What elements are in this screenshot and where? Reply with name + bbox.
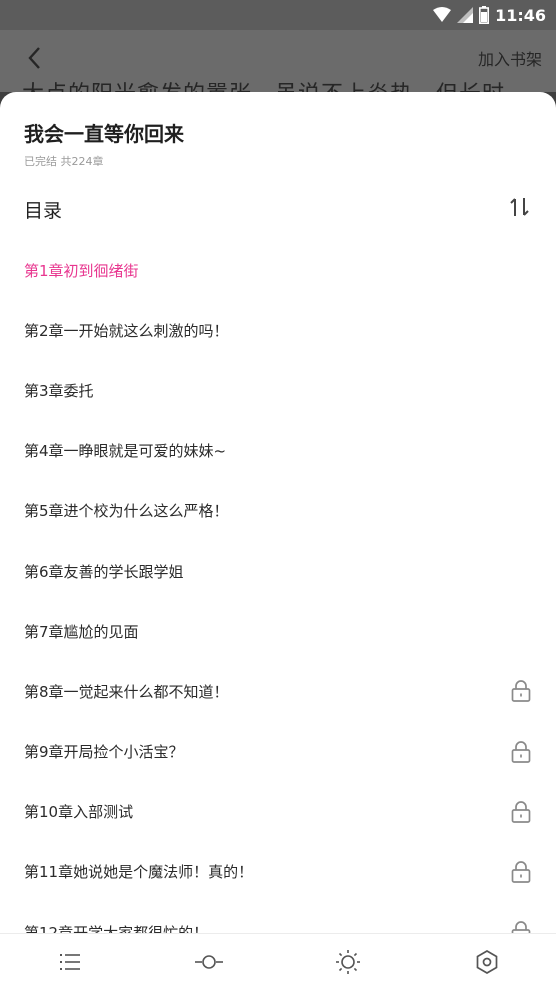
settings-button[interactable] xyxy=(457,942,517,982)
brightness-icon xyxy=(335,949,360,974)
reader-bottom-bar xyxy=(0,933,556,989)
brightness-button[interactable] xyxy=(318,942,378,982)
lock-icon xyxy=(511,801,531,823)
battery-icon xyxy=(479,6,490,24)
chapter-item[interactable]: 第2章一开始就这么刺激的吗！ xyxy=(0,300,556,360)
chapter-item[interactable]: 第10章入部测试 xyxy=(0,782,556,842)
status-bar: 11:46 xyxy=(0,0,556,30)
lock-icon xyxy=(511,921,531,934)
signal-icon xyxy=(457,7,474,23)
chapter-title: 第2章一开始就这么刺激的吗！ xyxy=(24,321,229,340)
chapter-title: 第7章尴尬的见面 xyxy=(24,622,139,641)
chapter-item[interactable]: 第4章一睁眼就是可爱的妹妹~ xyxy=(0,421,556,481)
chapter-item[interactable]: 第7章尴尬的见面 xyxy=(0,601,556,661)
chapter-item[interactable]: 第6章友善的学长跟学姐 xyxy=(0,541,556,601)
progress-button[interactable] xyxy=(179,942,239,982)
settings-icon xyxy=(476,949,497,974)
chapter-item[interactable]: 第5章进个校为什么这么严格！ xyxy=(0,481,556,541)
chapter-title: 第8章一觉起来什么都不知道！ xyxy=(24,682,229,701)
toc-header: 目录 xyxy=(24,200,63,222)
chapter-title: 第4章一睁眼就是可爱的妹妹~ xyxy=(24,442,227,461)
chapter-item[interactable]: 第3章委托 xyxy=(0,360,556,420)
lock-icon xyxy=(511,861,531,883)
chapter-title: 第10章入部测试 xyxy=(24,803,134,822)
chapter-title: 第11章她说她是个魔法师！真的！ xyxy=(24,863,254,882)
toc-sheet: 我会一直等你回来 已完结 共224章 目录 第1章初到徊绪街第2章一开始就这么刺… xyxy=(0,92,556,989)
reader-top-bar: 加入书架 大点的阳光愈发的嚣张，虽说不上炎热，但长时 xyxy=(0,30,556,107)
wifi-icon xyxy=(433,7,452,22)
chapter-title: 第3章委托 xyxy=(24,381,94,400)
chapter-item[interactable]: 第9章开局捡个小活宝？ xyxy=(0,722,556,782)
chapter-item[interactable]: 第1章初到徊绪街 xyxy=(0,240,556,300)
list-icon xyxy=(59,953,80,970)
toc-button[interactable] xyxy=(40,942,100,982)
chapter-item[interactable]: 第12章开学大家都很忙的！ xyxy=(0,902,556,934)
add-to-shelf-button[interactable]: 加入书架 xyxy=(478,46,542,70)
chapter-list[interactable]: 第1章初到徊绪街第2章一开始就这么刺激的吗！ 第3章委托第4章一睁眼就是可爱的妹妹… xyxy=(0,240,556,934)
chapter-item[interactable]: 第8章一觉起来什么都不知道！ xyxy=(0,661,556,721)
chapter-title: 第5章进个校为什么这么严格！ xyxy=(24,502,229,521)
lock-icon xyxy=(511,740,531,763)
book-meta: 已完结 共224章 xyxy=(24,155,104,168)
chapter-title: 第9章开局捡个小活宝？ xyxy=(24,743,184,762)
book-title: 我会一直等你回来 xyxy=(24,122,184,146)
progress-icon xyxy=(194,954,223,969)
back-arrow-icon[interactable] xyxy=(24,44,46,72)
sort-order-icon[interactable] xyxy=(508,195,532,219)
chapter-title: 第1章初到徊绪街 xyxy=(24,261,139,280)
status-time: 11:46 xyxy=(495,5,546,25)
chapter-item[interactable]: 第11章她说她是个魔法师！真的！ xyxy=(0,842,556,902)
lock-icon xyxy=(511,680,531,703)
chapter-title: 第6章友善的学长跟学姐 xyxy=(24,562,184,581)
